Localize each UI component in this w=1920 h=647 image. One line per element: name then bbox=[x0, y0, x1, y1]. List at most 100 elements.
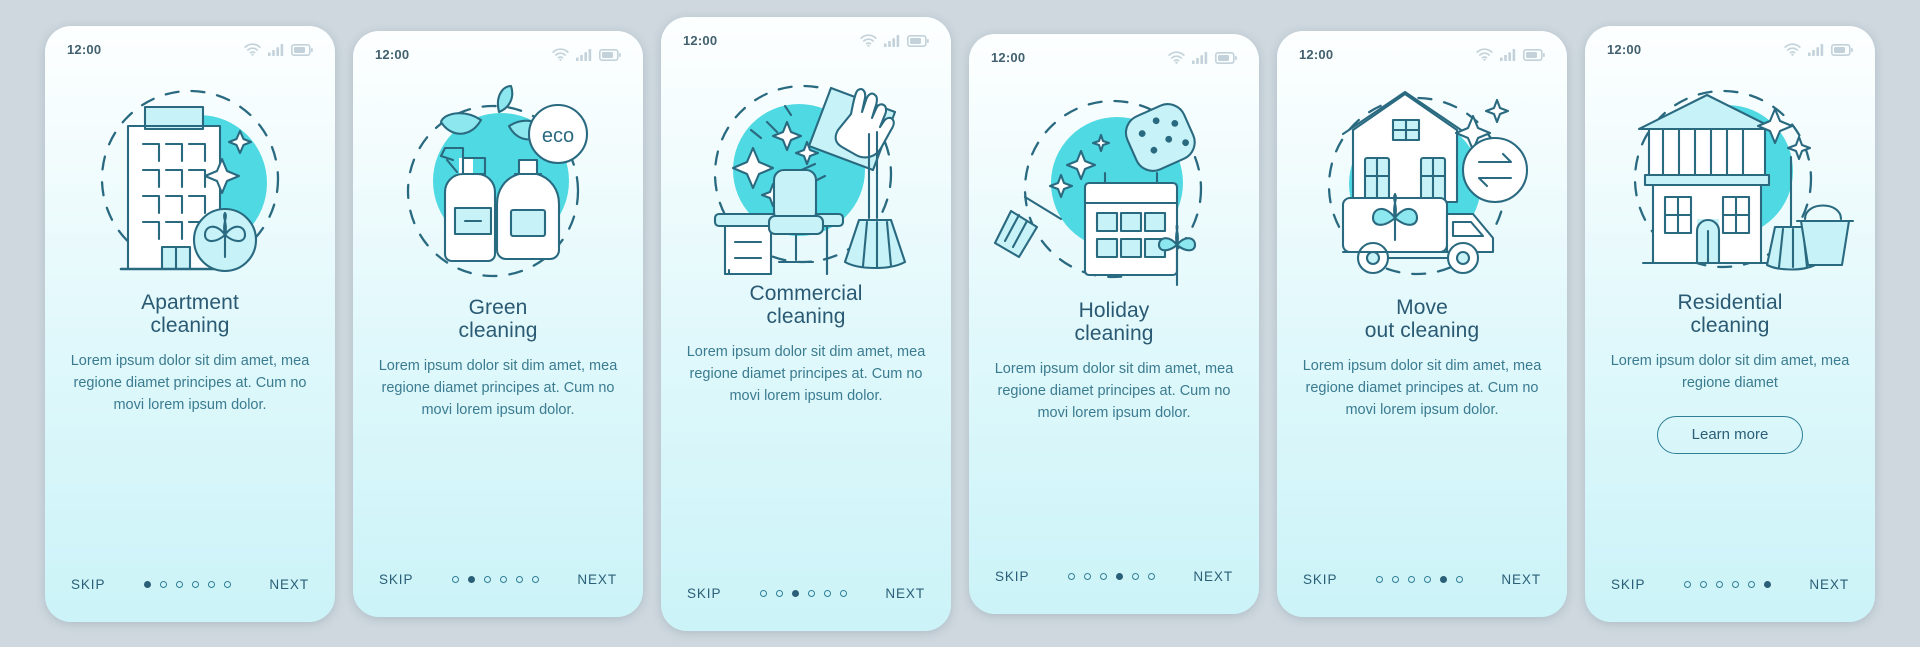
screen-body-text: Lorem ipsum dolor sit dim amet, mea regi… bbox=[1302, 357, 1542, 418]
next-button[interactable]: NEXT bbox=[577, 572, 617, 587]
pagination-dot[interactable] bbox=[839, 589, 847, 597]
screen-body-text: Lorem ipsum dolor sit dim amet, mea regi… bbox=[686, 343, 926, 404]
onboarding-nav: SKIP NEXT bbox=[661, 586, 951, 601]
next-button[interactable]: NEXT bbox=[1193, 569, 1233, 584]
pagination-dot[interactable] bbox=[759, 589, 767, 597]
pagination-dot[interactable] bbox=[159, 580, 167, 588]
pagination-dot[interactable] bbox=[175, 580, 183, 588]
screen-title-line2: cleaning bbox=[458, 319, 538, 343]
next-button[interactable]: NEXT bbox=[1501, 572, 1541, 587]
pagination-dots bbox=[759, 589, 847, 597]
pagination-dot[interactable] bbox=[1131, 572, 1139, 580]
status-bar-icons bbox=[1168, 51, 1237, 64]
screen-body-text: Lorem ipsum dolor sit dim amet, mea regi… bbox=[1610, 352, 1850, 391]
pagination-dot[interactable] bbox=[1763, 580, 1771, 588]
cellular-signal-icon bbox=[268, 43, 284, 56]
pagination-dot[interactable] bbox=[1731, 580, 1739, 588]
battery-icon bbox=[907, 34, 929, 47]
skip-button[interactable]: SKIP bbox=[995, 569, 1029, 584]
screen-title-line2: cleaning bbox=[766, 305, 846, 329]
learn-more-button[interactable]: Learn more bbox=[1656, 415, 1804, 454]
screen-title: Residential cleaning bbox=[1609, 291, 1851, 338]
status-bar-clock: 12:00 bbox=[375, 47, 410, 62]
pagination-dot[interactable] bbox=[1715, 580, 1723, 588]
wifi-icon bbox=[860, 34, 877, 47]
pagination-dot[interactable] bbox=[1147, 572, 1155, 580]
pagination-dot[interactable] bbox=[467, 575, 475, 583]
pagination-dot[interactable] bbox=[1747, 580, 1755, 588]
pagination-dot[interactable] bbox=[515, 575, 523, 583]
screen-title: Holiday cleaning bbox=[993, 299, 1235, 346]
onboarding-nav: SKIP NEXT bbox=[1277, 572, 1567, 587]
next-button[interactable]: NEXT bbox=[269, 577, 309, 592]
next-button[interactable]: NEXT bbox=[1809, 577, 1849, 592]
text-block: Green cleaning Lorem ipsum dolor sit dim… bbox=[353, 296, 643, 421]
pagination-dot[interactable] bbox=[1407, 575, 1415, 583]
onboarding-screen-green-cleaning: 12:00 eco Green cleaning Lorem ipsum dol… bbox=[353, 30, 643, 617]
pagination-dot[interactable] bbox=[823, 589, 831, 597]
cellular-signal-icon bbox=[1192, 51, 1208, 64]
pagination-dot[interactable] bbox=[451, 575, 459, 583]
screen-title-line1: Residential bbox=[1677, 290, 1783, 314]
illustration-two-story-house-with-broom-and-bucket bbox=[1585, 66, 1875, 291]
onboarding-nav: SKIP NEXT bbox=[353, 572, 643, 587]
status-bar: 12:00 bbox=[1277, 31, 1567, 71]
pagination-dot[interactable] bbox=[1375, 575, 1383, 583]
onboarding-screen-commercial-cleaning: 12:00 Commercial cleaning Lorem ipsum do… bbox=[661, 16, 951, 631]
pagination-dot[interactable] bbox=[807, 589, 815, 597]
status-bar-clock: 12:00 bbox=[1607, 42, 1642, 57]
cellular-signal-icon bbox=[884, 34, 900, 47]
status-bar: 12:00 bbox=[661, 17, 951, 57]
battery-icon bbox=[291, 43, 313, 56]
onboarding-screen-apartment-cleaning: 12:00 Apartment cleaning Lorem ipsum dol… bbox=[45, 25, 335, 622]
status-bar-icons bbox=[1784, 43, 1853, 56]
status-bar-icons bbox=[1476, 48, 1545, 61]
screen-title-line2: cleaning bbox=[150, 314, 230, 338]
skip-button[interactable]: SKIP bbox=[1611, 577, 1645, 592]
battery-icon bbox=[1215, 51, 1237, 64]
pagination-dot[interactable] bbox=[1423, 575, 1431, 583]
status-bar-clock: 12:00 bbox=[683, 33, 718, 48]
screen-title: Move out cleaning bbox=[1301, 296, 1543, 343]
illustration-house-with-moving-truck-and-exchange-arrows bbox=[1277, 71, 1567, 296]
pagination-dot[interactable] bbox=[775, 589, 783, 597]
wifi-icon bbox=[1784, 43, 1801, 56]
screen-title-line2: cleaning bbox=[1074, 322, 1154, 346]
screen-body-text: Lorem ipsum dolor sit dim amet, mea regi… bbox=[378, 357, 618, 418]
illustration-eco-spray-bottles-with-leaves: eco bbox=[353, 71, 643, 296]
pagination-dot[interactable] bbox=[1455, 575, 1463, 583]
onboarding-carousel: 12:00 Apartment cleaning Lorem ipsum dol… bbox=[0, 0, 1920, 647]
pagination-dot[interactable] bbox=[1699, 580, 1707, 588]
skip-button[interactable]: SKIP bbox=[1303, 572, 1337, 587]
pagination-dot[interactable] bbox=[1115, 572, 1123, 580]
pagination-dot[interactable] bbox=[1439, 575, 1447, 583]
text-block: Commercial cleaning Lorem ipsum dolor si… bbox=[661, 282, 951, 407]
pagination-dot[interactable] bbox=[223, 580, 231, 588]
pagination-dot[interactable] bbox=[143, 580, 151, 588]
onboarding-nav: SKIP NEXT bbox=[969, 569, 1259, 584]
status-bar-icons bbox=[552, 48, 621, 61]
pagination-dots bbox=[143, 580, 231, 588]
pagination-dot[interactable] bbox=[1099, 572, 1107, 580]
pagination-dot[interactable] bbox=[1083, 572, 1091, 580]
pagination-dot[interactable] bbox=[791, 589, 799, 597]
screen-title-line2: out cleaning bbox=[1364, 319, 1480, 343]
pagination-dot[interactable] bbox=[1067, 572, 1075, 580]
wifi-icon bbox=[1168, 51, 1185, 64]
pagination-dot[interactable] bbox=[499, 575, 507, 583]
pagination-dot[interactable] bbox=[207, 580, 215, 588]
skip-button[interactable]: SKIP bbox=[379, 572, 413, 587]
pagination-dot[interactable] bbox=[1683, 580, 1691, 588]
skip-button[interactable]: SKIP bbox=[687, 586, 721, 601]
pagination-dot[interactable] bbox=[483, 575, 491, 583]
status-bar-icons bbox=[860, 34, 929, 47]
battery-icon bbox=[599, 48, 621, 61]
onboarding-nav: SKIP NEXT bbox=[45, 577, 335, 592]
skip-button[interactable]: SKIP bbox=[71, 577, 105, 592]
pagination-dot[interactable] bbox=[1391, 575, 1399, 583]
next-button[interactable]: NEXT bbox=[885, 586, 925, 601]
status-bar: 12:00 bbox=[353, 31, 643, 71]
pagination-dot[interactable] bbox=[191, 580, 199, 588]
screen-title-line1: Commercial bbox=[749, 281, 863, 305]
pagination-dot[interactable] bbox=[531, 575, 539, 583]
